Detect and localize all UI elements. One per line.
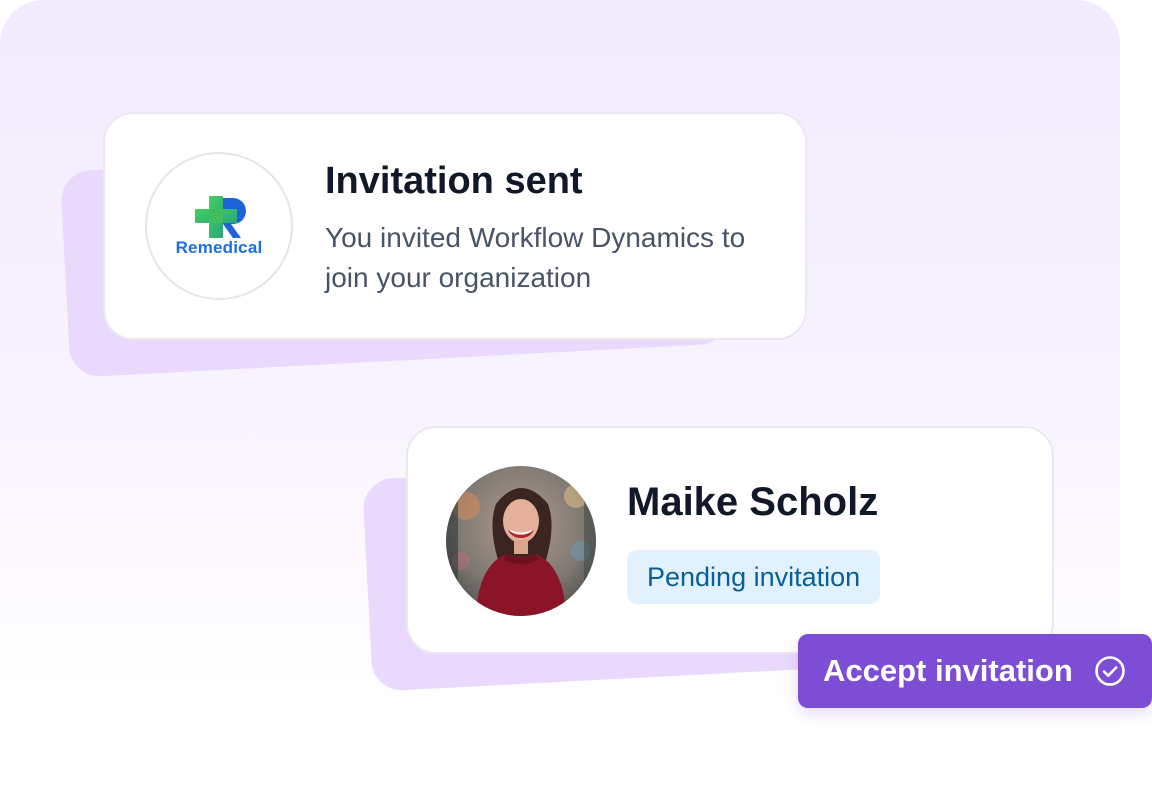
member-card: Maike Scholz Pending invitation <box>406 426 1054 654</box>
accept-invitation-label: Accept invitation <box>823 653 1073 688</box>
user-avatar-photo <box>446 466 596 616</box>
company-logo-text: Remedical <box>175 238 263 257</box>
invitation-title: Invitation sent <box>325 160 583 202</box>
invitation-sent-card: Remedical Invitation sent You invited Wo… <box>103 112 807 340</box>
avatar-portrait-icon <box>446 466 596 616</box>
company-logo: Remedical <box>145 152 293 300</box>
invitation-illustration: Remedical Invitation sent You invited Wo… <box>0 0 1152 800</box>
medical-cross-r-logo-icon <box>195 196 246 238</box>
check-circle-icon <box>1095 656 1125 686</box>
member-name: Maike Scholz <box>627 480 879 524</box>
invitation-description: You invited Workflow Dynamics to join yo… <box>325 222 746 293</box>
accept-invitation-button[interactable]: Accept invitation <box>798 634 1152 708</box>
status-badge: Pending invitation <box>627 550 881 604</box>
